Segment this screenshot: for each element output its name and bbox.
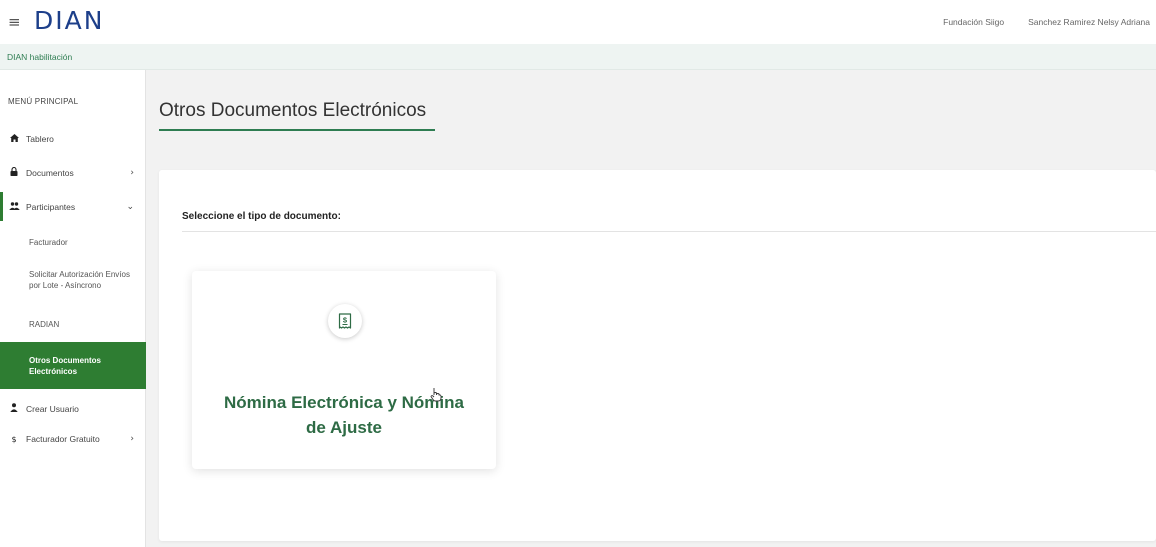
dollar-icon: $ (11, 434, 17, 444)
content-panel: Seleccione el tipo de documento: $ Nómin… (159, 170, 1156, 541)
user-add-icon (8, 403, 20, 414)
sidebar-item-label: Documentos (26, 167, 74, 178)
top-bar: ≡ DIAN Fundación Siigo Sanchez Ramirez N… (0, 0, 1156, 44)
users-icon (8, 201, 20, 212)
home-icon (8, 134, 20, 144)
dian-logo[interactable]: DIAN (34, 8, 104, 37)
svg-text:$: $ (343, 315, 348, 324)
select-document-type-label: Seleccione el tipo de documento: (182, 211, 341, 222)
mouse-pointer-icon (430, 387, 442, 407)
sidebar-item-facturador-gratuito[interactable]: $ Facturador Gratuito › (0, 434, 146, 444)
sidebar-subitem-label: Facturador (29, 238, 68, 247)
sidebar-subitem-facturador[interactable]: Facturador (0, 237, 146, 248)
document-type-card-label: Nómina Electrónica y Nómina de Ajuste (224, 393, 464, 437)
page-title: Otros Documentos Electrónicos (159, 100, 427, 121)
sidebar: MENÚ PRINCIPAL Tablero Documentos › Part… (0, 70, 146, 547)
sidebar-subitem-radian[interactable]: RADIAN (0, 319, 146, 330)
receipt-dollar-icon: $ (328, 304, 362, 338)
sidebar-subitem-label: Otros Documentos Electrónicos (29, 355, 102, 376)
sidebar-item-tablero[interactable]: Tablero (0, 134, 146, 144)
title-underline (159, 129, 435, 131)
logo-tagline-mark (34, 34, 104, 37)
document-type-card-nomina[interactable]: $ Nómina Electrónica y Nómina de Ajuste (192, 271, 496, 469)
sidebar-subitem-label: RADIAN (29, 320, 60, 329)
sidebar-subitem-solicitar-autorizacion[interactable]: Solicitar Autorización Envíos por Lote -… (0, 269, 146, 291)
sidebar-item-label: Crear Usuario (26, 403, 79, 414)
menu-title: MENÚ PRINCIPAL (8, 97, 79, 106)
sidebar-item-crear-usuario[interactable]: Crear Usuario (0, 403, 146, 414)
sidebar-item-documentos[interactable]: Documentos › (0, 166, 146, 178)
sidebar-item-label: Facturador Gratuito (26, 434, 100, 444)
user-area: Fundación Siigo Sanchez Ramirez Nelsy Ad… (943, 0, 1150, 44)
user-name[interactable]: Sanchez Ramirez Nelsy Adriana (1028, 17, 1150, 27)
sidebar-item-label: Tablero (26, 134, 54, 144)
hamburger-icon[interactable]: ≡ (8, 13, 28, 31)
sidebar-item-participantes[interactable]: Participantes ⌄ (0, 192, 146, 221)
divider (182, 231, 1156, 232)
environment-label: DIAN habilitación (7, 51, 73, 62)
environment-bar: DIAN habilitación (0, 44, 1156, 70)
lock-icon (8, 166, 20, 178)
sidebar-subitem-otros-documentos[interactable]: Otros Documentos Electrónicos (0, 342, 146, 389)
logo-text: DIAN (34, 5, 105, 35)
sidebar-subitem-label: Solicitar Autorización Envíos por Lote -… (29, 270, 130, 290)
chevron-down-icon: ⌄ (126, 201, 134, 212)
chevron-right-icon: › (130, 434, 134, 444)
user-company[interactable]: Fundación Siigo (943, 17, 1004, 27)
sidebar-item-label: Participantes (26, 201, 76, 212)
chevron-right-icon: › (130, 167, 134, 178)
